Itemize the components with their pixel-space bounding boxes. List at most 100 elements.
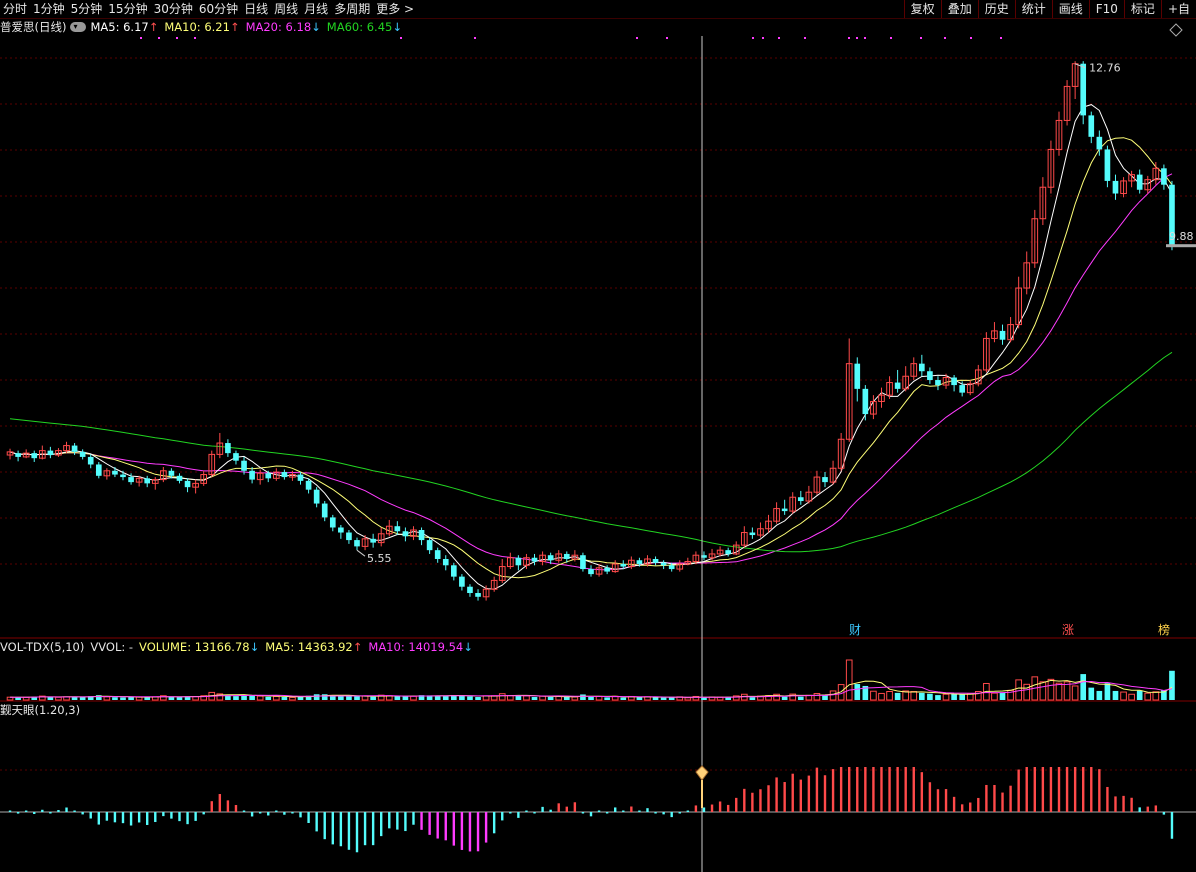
volume-bar — [894, 692, 901, 700]
indicator-bar — [969, 802, 972, 812]
volume-bar — [1039, 681, 1047, 701]
volume-bar — [935, 695, 941, 700]
vol-indicator-name: VOL-TDX(5,10) — [0, 640, 85, 654]
indicator-bar — [16, 812, 20, 814]
indicator-bar — [1041, 767, 1045, 812]
indicator-bar — [250, 812, 254, 817]
volume-bar — [103, 696, 111, 701]
indicator-bar — [888, 767, 891, 812]
volume-bar — [281, 697, 288, 700]
candle-body — [935, 380, 941, 386]
indicator-bar — [1057, 767, 1061, 812]
volume-bar — [176, 697, 183, 700]
volume-bar — [604, 697, 610, 700]
candle-body — [313, 489, 320, 504]
main-legend: 普爱思(日线) ▾ MA5: 6.17↑ MA10: 6.21↑ MA20: 6… — [0, 19, 408, 35]
indicator-bar — [743, 788, 746, 812]
ma20-arrow: ↓ — [311, 20, 321, 34]
volume-bar — [1047, 678, 1055, 701]
chart-canvas[interactable]: 12.76 5.55 9.88 财 涨 榜 — [0, 0, 1196, 872]
indicator-bar — [484, 812, 488, 843]
candle-body — [652, 558, 659, 563]
candle-body — [402, 531, 409, 537]
expand-icon — [1169, 23, 1183, 37]
candle-body — [168, 470, 175, 476]
ma20-line — [9, 173, 1173, 571]
signal-dot — [804, 37, 806, 39]
indicator-bar — [670, 812, 673, 818]
signal-dot — [944, 37, 946, 39]
volume-bar — [338, 696, 344, 700]
marker-cai: 财 — [849, 623, 861, 637]
volume-bar — [55, 696, 62, 701]
signal-dot — [864, 37, 866, 39]
ma20-value: MA20: 6.18 — [245, 20, 312, 34]
candle-body — [467, 586, 473, 594]
volume-bar — [620, 697, 627, 700]
candle-body — [321, 503, 328, 518]
ma5-line — [9, 104, 1173, 590]
candle-body — [15, 453, 21, 457]
indicator-bar — [1106, 786, 1109, 812]
indicator-bar — [718, 801, 722, 812]
signal-dot — [848, 37, 850, 39]
indicator-bar — [186, 812, 189, 825]
indicator-bar — [444, 812, 447, 841]
indicator-bar — [1049, 767, 1053, 812]
volume-bar — [870, 690, 877, 701]
indicator-bar — [428, 812, 431, 835]
candle-body — [854, 363, 861, 389]
indicator-bar — [291, 812, 294, 814]
signal-dot — [666, 37, 668, 39]
indicator-bar — [355, 812, 359, 853]
candle-body — [668, 565, 675, 570]
indicator-bar — [839, 767, 843, 812]
indicator-bar — [170, 812, 173, 819]
volume-bar — [506, 695, 514, 701]
indicator-bar — [388, 812, 391, 829]
signal-dot — [778, 37, 780, 39]
indicator-bar — [121, 812, 125, 824]
indicator-bar — [912, 767, 915, 812]
indicator-bar — [258, 812, 262, 814]
indicator-bar — [412, 812, 415, 825]
settings-circle-icon[interactable]: ▾ — [70, 22, 87, 32]
volume-bar — [660, 697, 667, 700]
candle-body — [394, 526, 401, 532]
volume-bar — [1015, 679, 1022, 701]
indicator-bar — [605, 812, 609, 814]
candle-body — [660, 562, 667, 566]
indicator-bar — [1073, 767, 1077, 812]
volume-bar — [854, 684, 861, 700]
signal-dot — [636, 37, 638, 39]
ma60-arrow: ↓ — [392, 20, 402, 34]
indicator-bar — [880, 767, 883, 812]
candle-body — [442, 558, 449, 566]
volume-bar — [919, 692, 925, 700]
volume-bar — [942, 693, 950, 701]
vol-ma10-arrow: ↓ — [463, 640, 473, 654]
indicator-bar — [275, 810, 278, 812]
indicator-bar — [799, 779, 802, 812]
candle-body — [547, 555, 554, 561]
indicator-bar — [436, 812, 439, 839]
volume-bar — [402, 696, 409, 700]
indicator-bar — [1098, 769, 1101, 812]
indicator-bar — [1065, 767, 1069, 812]
vol-ma10-value: MA10: 14019.54 — [368, 640, 464, 654]
volume-bar — [272, 695, 280, 701]
signal-dot — [400, 37, 402, 39]
indicator-bar — [105, 812, 109, 821]
indicator-bar — [1009, 785, 1012, 812]
ma10-legend: MA10: 6.21↑ — [164, 19, 245, 35]
vol-ma5-value: MA5: 14363.92 — [265, 640, 353, 654]
indicator-bar — [662, 812, 665, 815]
candle-body — [71, 445, 78, 452]
indicator-bar — [331, 812, 334, 845]
volume-bar — [595, 695, 603, 701]
ma20-legend: MA20: 6.18↓ — [246, 19, 327, 35]
vvol-value: VVOL: - — [90, 640, 134, 654]
stock-name: 普爱思(日线) — [0, 20, 67, 34]
candle-body — [176, 475, 183, 481]
indicator-bar — [218, 794, 222, 812]
